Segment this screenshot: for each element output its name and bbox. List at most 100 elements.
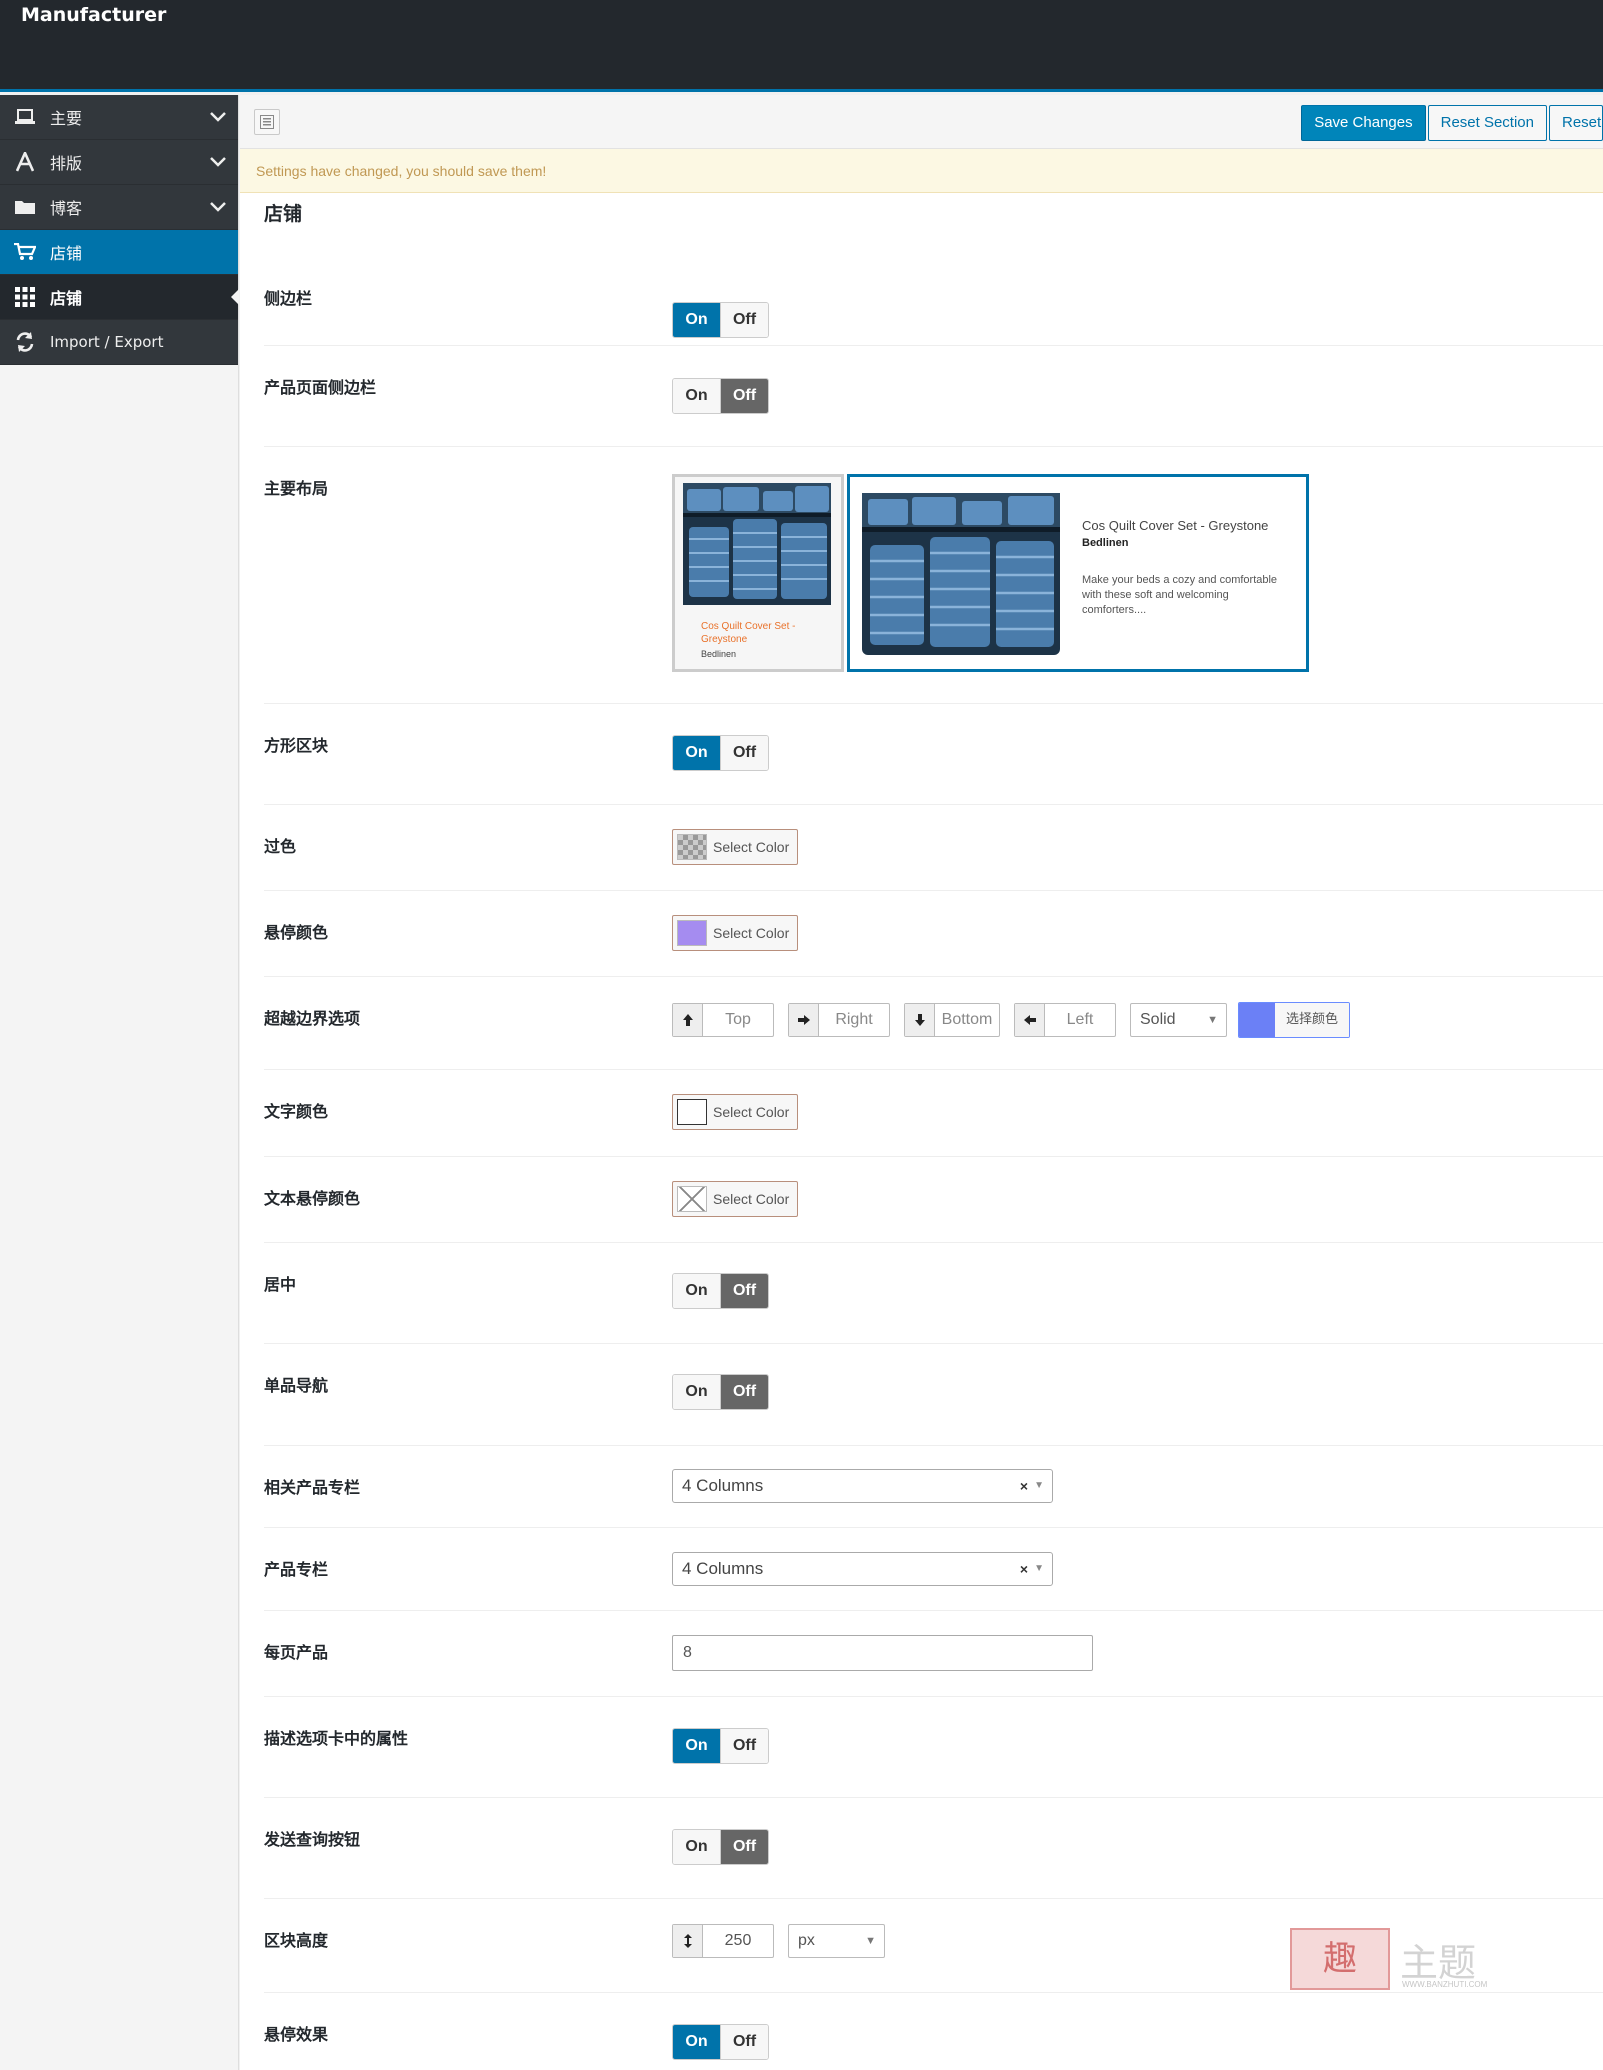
toggle-off[interactable]: Off [720, 1729, 768, 1763]
select-color-label: Select Color [713, 839, 790, 855]
app-header: Manufacturer [0, 0, 1603, 92]
arrow-up-icon [673, 1004, 703, 1036]
toggle-off[interactable]: Off [720, 303, 768, 337]
field-label: 主要布局 [264, 479, 329, 498]
toggle-off[interactable]: Off [720, 1375, 768, 1409]
hover-effect-toggle[interactable]: On Off [672, 2024, 769, 2060]
toggle-on[interactable]: On [673, 1729, 720, 1763]
layout-option-grid[interactable]: Cos Quilt Cover Set - Greystone Bedlinen [672, 474, 844, 672]
toggle-off[interactable]: Off [720, 2025, 768, 2059]
desc-attr-toggle[interactable]: On Off [672, 1728, 769, 1764]
field-row-text-hover-color: 文本悬停颜色 Select Color [264, 1157, 1603, 1243]
square-block-toggle[interactable]: On Off [672, 735, 769, 771]
expand-options-button[interactable] [254, 109, 280, 135]
field-row-border: 超越边界选项 Top Right Bottom Left Solid ▼ 选择颜… [264, 977, 1603, 1070]
caret-down-icon: ▼ [865, 1935, 876, 1947]
sidebar-item-label: Import / Export [50, 333, 164, 351]
field-row-related-columns: 相关产品专栏 4 Columns × ▼ [264, 1446, 1603, 1528]
enquiry-button-toggle[interactable]: On Off [672, 1829, 769, 1865]
toggle-off[interactable]: Off [720, 736, 768, 770]
text-color-picker[interactable]: Select Color [672, 1094, 798, 1130]
single-nav-toggle[interactable]: On Off [672, 1374, 769, 1410]
field-row-enquiry-button: 发送查询按钮 On Off [264, 1798, 1603, 1899]
block-height-field[interactable]: 250 [672, 1924, 774, 1958]
field-row-overlay: 过色 Select Color [264, 805, 1603, 891]
block-height-input[interactable]: 250 [703, 1925, 773, 1957]
border-top-field[interactable]: Top [672, 1003, 774, 1037]
cart-icon [0, 243, 50, 261]
field-row-square-block: 方形区块 On Off [264, 704, 1603, 805]
border-top-input[interactable]: Top [703, 1004, 773, 1036]
product-sidebar-toggle[interactable]: On Off [672, 378, 769, 414]
sidebar-item-import-export[interactable]: Import / Export [0, 320, 238, 365]
toggle-off[interactable]: Off [720, 379, 768, 413]
select-value: 4 Columns [682, 1559, 764, 1578]
field-label: 悬停颜色 [264, 923, 329, 942]
sidebar-item-typography[interactable]: 排版 [0, 140, 238, 185]
border-bottom-input[interactable]: Bottom [935, 1004, 999, 1036]
border-right-field[interactable]: Right [788, 1003, 890, 1037]
sidebar-item-shop-sub[interactable]: 店铺 [0, 275, 239, 320]
layout-option-list[interactable]: Cos Quilt Cover Set - Greystone Bedlinen… [847, 474, 1309, 672]
overlay-color-picker[interactable]: Select Color [672, 829, 798, 865]
watermark: 趣 主题 WWW.BANZHUTI.COM [1290, 1928, 1487, 1990]
sidebar-item-shop[interactable]: 店铺 [0, 230, 238, 275]
sidebar-item-blog[interactable]: 博客 [0, 185, 238, 230]
block-height-unit-select[interactable]: px ▼ [788, 1924, 885, 1958]
layout-option-title: Cos Quilt Cover Set - Greystone [1082, 518, 1269, 533]
field-row-center: 居中 On Off [264, 1243, 1603, 1344]
toggle-on[interactable]: On [673, 379, 720, 413]
text-hover-color-picker[interactable]: Select Color [672, 1181, 798, 1217]
caret-down-icon: ▼ [1034, 1563, 1044, 1574]
field-label: 超越边界选项 [264, 1009, 361, 1028]
border-left-input[interactable]: Left [1045, 1004, 1115, 1036]
toggle-off[interactable]: Off [720, 1274, 768, 1308]
block-height-dimension: 250 px ▼ [672, 1924, 896, 1958]
field-label: 居中 [264, 1275, 297, 1294]
products-per-page-input[interactable]: 8 [672, 1635, 1093, 1671]
color-swatch [677, 1099, 707, 1125]
sidebar-item-label: 排版 [50, 154, 83, 173]
toggle-on[interactable]: On [673, 1274, 720, 1308]
layout-option-category: Bedlinen [701, 649, 737, 659]
field-label: 过色 [264, 837, 297, 856]
toggle-off[interactable]: Off [720, 1830, 768, 1864]
toggle-on[interactable]: On [673, 1375, 720, 1409]
toggle-on[interactable]: On [673, 736, 720, 770]
sidebar: 主要 排版 博客 店铺 店铺 Import / Export [0, 95, 239, 2070]
arrow-left-icon [1015, 1004, 1045, 1036]
sidebar-toggle[interactable]: On Off [672, 302, 769, 338]
product-columns-select[interactable]: 4 Columns × ▼ [672, 1552, 1053, 1586]
border-style-value: Solid [1140, 1011, 1176, 1028]
sidebar-item-main[interactable]: 主要 [0, 95, 238, 140]
color-swatch [677, 920, 707, 946]
field-label: 区块高度 [264, 1931, 329, 1950]
watermark-text: 主题 [1400, 1940, 1477, 1985]
sidebar-item-label: 店铺 [50, 289, 83, 308]
unit-value: px [798, 1932, 815, 1949]
sidebar-item-label: 店铺 [50, 244, 83, 263]
border-right-input[interactable]: Right [819, 1004, 889, 1036]
select-color-label: 选择颜色 [1275, 1003, 1349, 1037]
save-changes-button[interactable]: Save Changes [1301, 105, 1426, 141]
toggle-on[interactable]: On [673, 1830, 720, 1864]
clear-icon[interactable]: × [1020, 1470, 1028, 1502]
field-label: 单品导航 [264, 1376, 329, 1395]
center-toggle[interactable]: On Off [672, 1273, 769, 1309]
toggle-on[interactable]: On [673, 303, 720, 337]
hover-color-picker[interactable]: Select Color [672, 915, 798, 951]
clear-icon[interactable]: × [1020, 1553, 1028, 1585]
product-image [683, 483, 831, 605]
arrow-right-icon [789, 1004, 819, 1036]
arrows-vertical-icon [673, 1925, 703, 1957]
reset-all-button[interactable]: Reset [1549, 105, 1603, 141]
border-style-select[interactable]: Solid ▼ [1130, 1003, 1227, 1037]
reset-section-button[interactable]: Reset Section [1427, 105, 1547, 141]
border-color-picker[interactable]: 选择颜色 [1238, 1002, 1350, 1038]
toggle-on[interactable]: On [673, 2025, 720, 2059]
border-left-field[interactable]: Left [1014, 1003, 1116, 1037]
field-row-product-columns: 产品专栏 4 Columns × ▼ [264, 1528, 1603, 1611]
related-columns-select[interactable]: 4 Columns × ▼ [672, 1469, 1053, 1503]
color-swatch [1239, 1003, 1275, 1037]
border-bottom-field[interactable]: Bottom [904, 1003, 1000, 1037]
